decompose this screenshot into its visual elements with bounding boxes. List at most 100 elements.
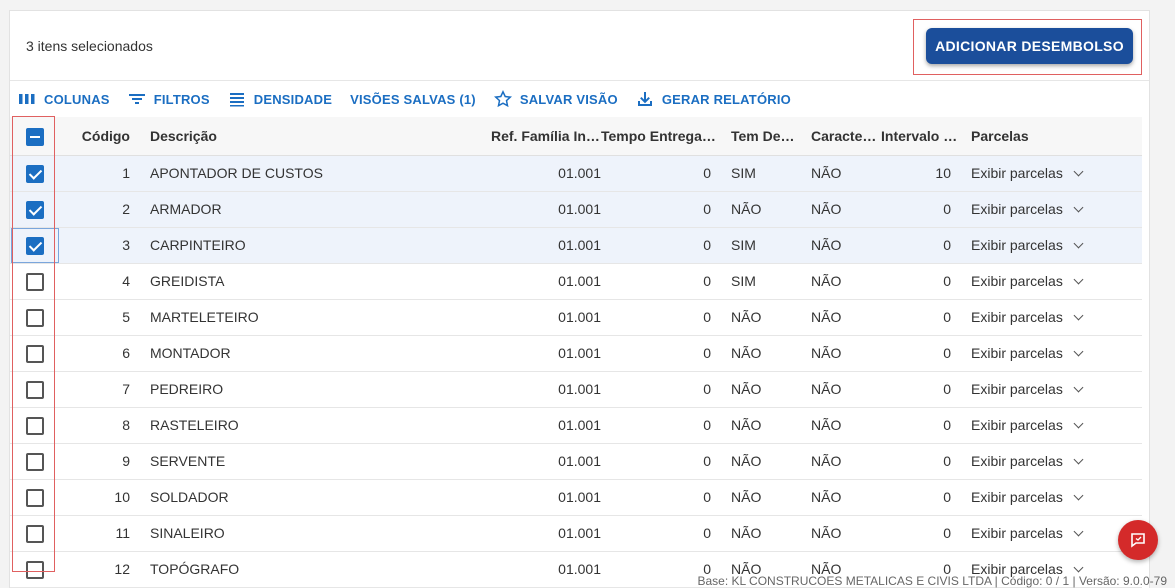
star-icon — [493, 90, 512, 108]
cell-codigo: 2 — [122, 201, 130, 217]
cell-descricao: SERVENTE — [150, 453, 226, 469]
cell-descricao: SINALEIRO — [150, 525, 225, 541]
add-disbursement-button[interactable]: ADICIONAR DESEMBOLSO — [926, 28, 1133, 64]
chevron-down-icon — [1073, 274, 1084, 285]
show-installments-dropdown[interactable]: Exibir parcelas — [971, 300, 1121, 335]
cell-codigo: 6 — [122, 345, 130, 361]
chevron-down-icon — [1073, 562, 1084, 573]
save-view-label: SALVAR VISÃO — [519, 91, 618, 107]
cell-tem-des: NÃO — [731, 381, 762, 397]
header-descricao[interactable]: Descrição — [150, 117, 450, 156]
cell-tempo-entrega: 0 — [703, 489, 711, 505]
cell-intervalo: 0 — [943, 237, 951, 253]
table-row[interactable]: 8 RASTELEIRO 01.001 0 NÃO NÃO 0 Exibir parcelas — [10, 408, 1142, 444]
cell-ref-familia: 01.001 — [558, 201, 601, 217]
show-installments-dropdown[interactable]: Exibir parcelas — [971, 480, 1121, 515]
filter-icon — [128, 94, 145, 104]
header-caracteristica[interactable]: Caracterí… — [811, 117, 881, 156]
saved-views-button[interactable]: VISÕES SALVAS (1) — [350, 92, 476, 107]
report-button[interactable]: GERAR RELATÓRIO — [636, 90, 791, 108]
chevron-down-icon — [1073, 418, 1084, 429]
show-installments-dropdown[interactable]: Exibir parcelas — [971, 156, 1121, 191]
cell-intervalo: 0 — [943, 489, 951, 505]
footer-info: Base: KL CONSTRUCOES METALICAS E CIVIS L… — [697, 574, 1167, 588]
cell-intervalo: 0 — [943, 453, 951, 469]
show-installments-label: Exibir parcelas — [971, 237, 1063, 253]
show-installments-dropdown[interactable]: Exibir parcelas — [971, 516, 1121, 551]
columns-icon — [19, 94, 35, 104]
cell-codigo: 4 — [122, 273, 130, 289]
chevron-down-icon — [1073, 454, 1084, 465]
cell-tem-des: NÃO — [731, 201, 762, 217]
table-row[interactable]: 1 APONTADOR DE CUSTOS 01.001 0 SIM NÃO 10 Exibi… — [10, 156, 1142, 192]
show-installments-label: Exibir parcelas — [971, 165, 1063, 181]
density-button[interactable]: DENSIDADE — [228, 90, 332, 108]
cell-ref-familia: 01.001 — [558, 525, 601, 541]
feedback-button[interactable] — [1118, 520, 1158, 560]
cell-intervalo: 0 — [943, 381, 951, 397]
table-row[interactable]: 9 SERVENTE 01.001 0 NÃO NÃO 0 Exibir parcelas — [10, 444, 1142, 480]
chevron-down-icon — [1073, 526, 1084, 537]
cell-ref-familia: 01.001 — [558, 561, 601, 577]
table-row[interactable]: 11 SINALEIRO 01.001 0 NÃO NÃO 0 Exibir parcelas — [10, 516, 1142, 552]
cell-descricao: TOPÓGRAFO — [150, 561, 240, 577]
chat-icon — [1131, 533, 1145, 548]
show-installments-label: Exibir parcelas — [971, 453, 1063, 469]
cell-caracteristica: NÃO — [811, 489, 842, 505]
columns-button[interactable]: COLUNAS — [18, 90, 110, 108]
header-parcelas[interactable]: Parcelas — [971, 117, 1071, 156]
cell-tem-des: SIM — [731, 237, 756, 253]
chevron-down-icon — [1073, 490, 1084, 501]
cell-codigo: 11 — [115, 525, 130, 541]
filters-button[interactable]: FILTROS — [128, 90, 210, 108]
show-installments-dropdown[interactable]: Exibir parcelas — [971, 264, 1121, 299]
header-codigo[interactable]: Código — [70, 117, 130, 156]
table-row[interactable]: 5 MARTELETEIRO 01.001 0 NÃO NÃO 0 Exibir parcel… — [10, 300, 1142, 336]
show-installments-dropdown[interactable]: Exibir parcelas — [971, 192, 1121, 227]
cell-codigo: 10 — [114, 489, 130, 505]
cell-descricao: MARTELETEIRO — [150, 309, 259, 325]
cell-tempo-entrega: 0 — [703, 525, 711, 541]
show-installments-dropdown[interactable]: Exibir parcelas — [971, 372, 1121, 407]
header-tempo-entrega[interactable]: Tempo Entrega… — [601, 117, 716, 156]
cell-descricao: RASTELEIRO — [150, 417, 239, 433]
table-row[interactable]: 7 PEDREIRO 01.001 0 NÃO NÃO 0 Exibir parcelas — [10, 372, 1142, 408]
table-row[interactable]: 6 MONTADOR 01.001 0 NÃO NÃO 0 Exibir parcelas — [10, 336, 1142, 372]
table-row[interactable]: 4 GREIDISTA 01.001 0 SIM NÃO 0 Exibir parcelas — [10, 264, 1142, 300]
cell-ref-familia: 01.001 — [558, 345, 601, 361]
grid-header: Código Descrição Ref. Família Ins… Tempo… — [10, 117, 1142, 156]
cell-ref-familia: 01.001 — [558, 489, 601, 505]
cell-tem-des: NÃO — [731, 417, 762, 433]
cell-caracteristica: NÃO — [811, 453, 842, 469]
header-tem-des[interactable]: Tem Des… — [731, 117, 801, 156]
cell-tem-des: NÃO — [731, 453, 762, 469]
save-view-button[interactable]: SALVAR VISÃO — [493, 90, 618, 108]
cell-tem-des: SIM — [731, 165, 756, 181]
cell-tem-des: NÃO — [731, 345, 762, 361]
show-installments-label: Exibir parcelas — [971, 345, 1063, 361]
cell-intervalo: 0 — [943, 201, 951, 217]
chevron-down-icon — [1073, 382, 1084, 393]
cell-tem-des: SIM — [731, 273, 756, 289]
show-installments-label: Exibir parcelas — [971, 201, 1063, 217]
show-installments-dropdown[interactable]: Exibir parcelas — [971, 408, 1121, 443]
cell-caracteristica: NÃO — [811, 381, 842, 397]
table-row[interactable]: 3 CARPINTEIRO 01.001 0 SIM NÃO 0 Exibir parcela… — [10, 228, 1142, 264]
header-intervalo[interactable]: Intervalo … — [881, 117, 961, 156]
show-installments-dropdown[interactable]: Exibir parcelas — [971, 336, 1121, 371]
table-row[interactable]: 2 ARMADOR 01.001 0 NÃO NÃO 0 Exibir parcelas — [10, 192, 1142, 228]
header-ref-familia[interactable]: Ref. Família Ins… — [491, 117, 601, 156]
cell-codigo: 9 — [122, 453, 130, 469]
cell-tempo-entrega: 0 — [703, 237, 711, 253]
cell-tempo-entrega: 0 — [703, 417, 711, 433]
cell-tempo-entrega: 0 — [703, 309, 711, 325]
cell-codigo: 8 — [122, 417, 130, 433]
table-row[interactable]: 10 SOLDADOR 01.001 0 NÃO NÃO 0 Exibir parcelas — [10, 480, 1142, 516]
show-installments-dropdown[interactable]: Exibir parcelas — [971, 444, 1121, 479]
chevron-down-icon — [1073, 202, 1084, 213]
cell-tempo-entrega: 0 — [703, 201, 711, 217]
cell-codigo: 5 — [122, 309, 130, 325]
cell-descricao: PEDREIRO — [150, 381, 224, 397]
chevron-down-icon — [1073, 166, 1084, 177]
show-installments-dropdown[interactable]: Exibir parcelas — [971, 228, 1121, 263]
